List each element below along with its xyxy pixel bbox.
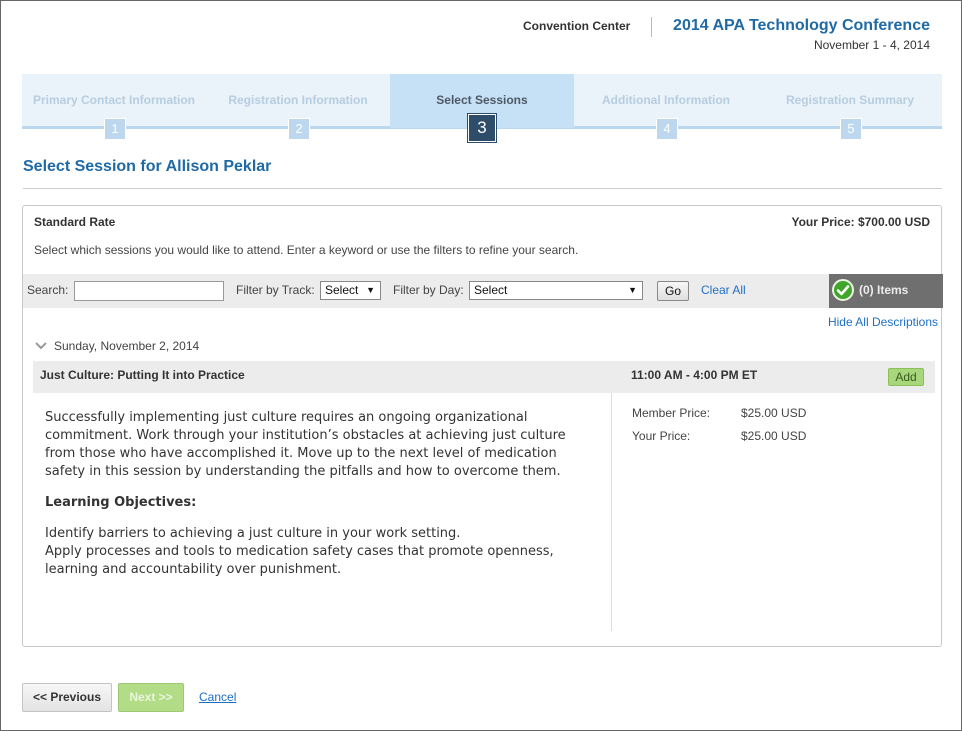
step-additional-info: Additional Information 4 (574, 74, 758, 140)
member-price-value: $25.00 USD (741, 406, 807, 420)
hide-descriptions-link[interactable]: Hide All Descriptions (828, 315, 938, 329)
header-divider (651, 17, 652, 37)
session-header: Just Culture: Putting It into Practice 1… (33, 361, 935, 393)
session-your-price-label: Your Price: (632, 429, 691, 443)
session-your-price-value: $25.00 USD (741, 429, 807, 443)
step-label: Registration Summary (785, 93, 915, 107)
clear-all-link[interactable]: Clear All (701, 283, 746, 297)
day-group-toggle[interactable]: Sunday, November 2, 2014 (34, 339, 199, 353)
step-label: Additional Information (602, 93, 730, 107)
day-filter-label: Filter by Day: (393, 283, 464, 297)
dropdown-arrow-icon: ▼ (366, 285, 375, 295)
step-select-sessions: Select Sessions 3 (390, 74, 574, 142)
add-session-button[interactable]: Add (888, 368, 924, 386)
search-label: Search: (27, 283, 69, 297)
conference-title: 2014 APA Technology Conference (673, 17, 930, 34)
page-title: Select Session for Allison Peklar (23, 158, 272, 175)
step-number: 1 (104, 118, 126, 140)
dropdown-arrow-icon: ▼ (628, 285, 637, 295)
step-number: 2 (288, 118, 310, 140)
title-divider (23, 188, 942, 189)
venue-label: Convention Center (523, 19, 631, 33)
conference-dates: November 1 - 4, 2014 (813, 38, 930, 52)
step-primary-contact: Primary Contact Information 1 (22, 74, 206, 140)
cancel-link[interactable]: Cancel (199, 690, 236, 704)
step-number: 5 (840, 118, 862, 140)
next-button[interactable]: Next >> (118, 683, 184, 712)
search-input[interactable] (74, 281, 224, 301)
checkmark-icon (832, 279, 854, 301)
progress-stepper: Primary Contact Information 1 Registrati… (22, 74, 942, 142)
filter-bar: Search: Filter by Track: Select ▼ Filter… (23, 274, 943, 308)
step-number: 3 (468, 114, 496, 142)
step-label: Select Sessions (436, 93, 528, 107)
instructions-text: Select which sessions you would like to … (34, 243, 579, 257)
page-frame: Convention Center 2014 APA Technology Co… (0, 0, 962, 731)
step-registration-info: Registration Information 2 (206, 74, 390, 140)
day-select[interactable]: Select ▼ (469, 281, 643, 300)
chevron-down-icon (35, 342, 47, 350)
step-number: 4 (656, 118, 678, 140)
track-filter-label: Filter by Track: (236, 283, 315, 297)
session-description: Successfully implementing just culture r… (45, 409, 585, 579)
track-select[interactable]: Select ▼ (320, 281, 381, 300)
objectives-heading: Learning Objectives: (45, 495, 197, 510)
session-title: Just Culture: Putting It into Practice (40, 368, 245, 382)
step-label: Primary Contact Information (32, 93, 196, 107)
items-count: (0) Items (859, 283, 909, 297)
day-label: Sunday, November 2, 2014 (54, 339, 200, 353)
day-select-value: Select (474, 283, 508, 297)
track-select-value: Select (325, 283, 359, 297)
column-divider (611, 393, 612, 631)
objective-item: Identify barriers to achieving a just cu… (45, 526, 461, 541)
previous-button[interactable]: << Previous (22, 683, 112, 712)
objectives-list: Identify barriers to achieving a just cu… (45, 525, 585, 579)
rate-label: Standard Rate (34, 215, 116, 229)
cart-items-badge[interactable]: (0) Items (829, 274, 943, 308)
session-time: 11:00 AM - 4:00 PM ET (631, 368, 758, 382)
member-price-label: Member Price: (632, 406, 711, 420)
step-label: Registration Information (228, 93, 368, 107)
description-text: Successfully implementing just culture r… (45, 410, 566, 479)
step-registration-summary: Registration Summary 5 (758, 74, 942, 140)
total-price: Your Price: $700.00 USD (791, 215, 930, 229)
go-button[interactable]: Go (657, 281, 689, 301)
session-panel: Standard Rate Your Price: $700.00 USD Se… (22, 205, 943, 647)
objective-item: Apply processes and tools to medication … (45, 544, 554, 577)
